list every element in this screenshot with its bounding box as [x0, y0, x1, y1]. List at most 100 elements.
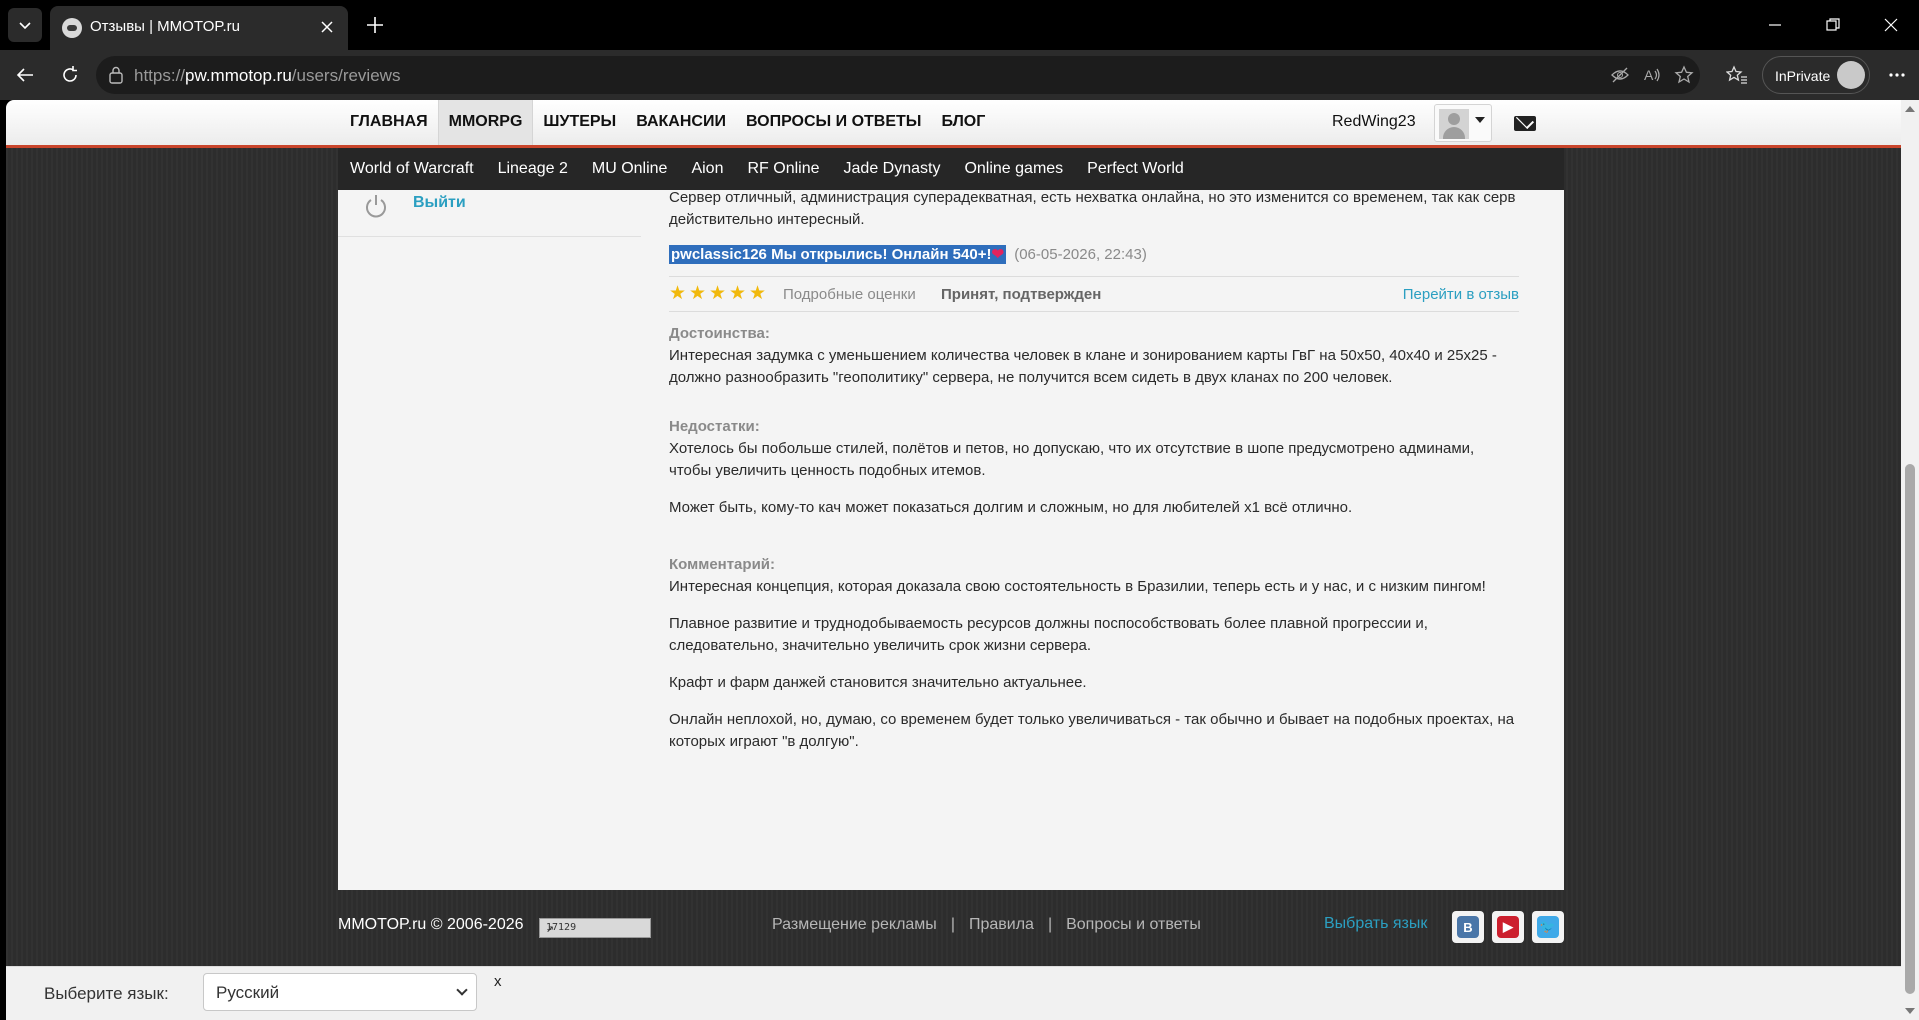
logout-link[interactable]: Выйти	[413, 194, 466, 212]
chevron-down-icon	[456, 984, 468, 996]
heart-icon: ❤	[991, 246, 1005, 263]
restore-icon	[1826, 18, 1840, 31]
language-selected-value: Русский	[216, 983, 280, 1002]
plus-icon	[367, 17, 383, 33]
page-scrollbar[interactable]	[1901, 100, 1919, 1020]
read-aloud-icon[interactable]: A	[1640, 63, 1664, 87]
close-icon	[1884, 18, 1898, 32]
scroll-down-icon[interactable]	[1905, 1008, 1915, 1014]
sub-nav-item[interactable]: Lineage 2	[486, 148, 580, 190]
cons-label: Недостатки:	[669, 418, 760, 435]
main-nav-item[interactable]: ГЛАВНАЯ	[340, 100, 438, 145]
language-bar-close-button[interactable]: x	[494, 973, 502, 990]
window-close-button[interactable]	[1878, 12, 1904, 38]
inprivate-profile-button[interactable]: InPrivate	[1762, 56, 1870, 94]
footer-separator: |	[1047, 916, 1053, 933]
comment-section: Комментарий: Интересная концепция, котор…	[669, 554, 1519, 753]
sub-nav-item[interactable]: World of Warcraft	[338, 148, 486, 190]
page-viewport: ГЛАВНАЯ MMORPG ШУТЕРЫ ВАКАНСИИ ВОПРОСЫ И ОТВ…	[6, 100, 1919, 1020]
new-tab-button[interactable]	[362, 12, 388, 38]
user-menu-dropdown[interactable]	[1434, 104, 1492, 142]
star-icon: ★	[729, 283, 747, 304]
visit-counter-badge[interactable]: 17129 ↗	[539, 918, 651, 938]
scroll-up-icon[interactable]	[1905, 106, 1915, 112]
sub-nav-item[interactable]: Aion	[679, 148, 735, 190]
twitter-button[interactable]: 🐦	[1532, 911, 1564, 943]
favorites-icon[interactable]	[1725, 63, 1749, 87]
main-nav-item[interactable]: ВОПРОСЫ И ОТВЕТЫ	[736, 100, 932, 145]
url-text: https://pw.mmotop.ru/users/reviews	[134, 66, 401, 85]
youtube-icon: ▶	[1497, 916, 1519, 938]
back-button[interactable]	[10, 60, 40, 90]
browser-tab-active[interactable]: Отзывы | MMOTOP.ru	[50, 6, 348, 50]
comment-label: Комментарий:	[669, 556, 776, 573]
cons-text: Хотелось бы побольше стилей, полётов и п…	[669, 440, 1475, 479]
language-label: Выберите язык:	[44, 984, 169, 1003]
vk-button[interactable]: В	[1452, 911, 1484, 943]
review-status: Принят, подтвержден	[941, 286, 1102, 303]
footer-copyright: MMOTOP.ru © 2006-2026	[338, 916, 524, 933]
profile-avatar-icon	[1837, 61, 1865, 89]
main-nav-item[interactable]: MMORPG	[437, 100, 534, 145]
tab-close-button[interactable]	[316, 16, 338, 38]
review-meta-bar: ★ ★ ★ ★ ★ Подробные оценки Принят, подтвержд…	[669, 276, 1519, 312]
pros-section: Достоинства: Интересная задумка с уменьш…	[669, 323, 1519, 389]
address-bar[interactable]: https://pw.mmotop.ru/users/reviews A	[96, 56, 1700, 94]
site-info-icon[interactable]	[108, 66, 124, 84]
tab-actions-menu-button[interactable]	[8, 8, 42, 42]
star-icon: ★	[709, 283, 727, 304]
sub-nav-item[interactable]: Online games	[952, 148, 1075, 190]
footer-separator: |	[950, 916, 955, 933]
review-title-row: pwclassic126 Мы открылись! Онлайн 540+!❤…	[669, 244, 1147, 268]
cons-text: Может быть, кому-то кач может показаться…	[669, 499, 1353, 516]
site-favicon-icon	[62, 18, 82, 38]
user-avatar-icon	[1439, 109, 1469, 139]
pros-text: Интересная задумка с уменьшением количес…	[669, 347, 1497, 386]
language-bar: Выберите язык: Русский x	[6, 966, 1901, 1020]
twitter-icon: 🐦	[1537, 916, 1559, 938]
settings-more-button[interactable]	[1884, 62, 1910, 88]
more-dots-icon	[1889, 73, 1905, 77]
sub-nav-item[interactable]: RF Online	[735, 148, 831, 190]
tab-title: Отзывы | MMOTOP.ru	[90, 18, 240, 35]
restore-button[interactable]	[1820, 12, 1846, 38]
username-link[interactable]: RedWing23	[1332, 113, 1416, 131]
main-nav-item[interactable]: ШУТЕРЫ	[533, 100, 626, 145]
refresh-button[interactable]	[55, 60, 85, 90]
cons-section: Недостатки: Хотелось бы побольше стилей,…	[669, 416, 1519, 519]
power-icon	[366, 195, 386, 218]
vk-icon: В	[1457, 916, 1479, 938]
youtube-button[interactable]: ▶	[1492, 911, 1524, 943]
sub-nav-item[interactable]: MU Online	[580, 148, 680, 190]
main-nav-item[interactable]: ВАКАНСИИ	[626, 100, 736, 145]
browser-tab-bar: Отзывы | MMOTOP.ru	[0, 0, 1919, 50]
minimize-icon	[1769, 24, 1781, 26]
favorite-star-icon[interactable]	[1672, 63, 1696, 87]
language-select[interactable]: Русский	[203, 973, 477, 1011]
review-title-link[interactable]: pwclassic126 Мы открылись! Онлайн 540+!❤	[669, 245, 1007, 264]
sub-nav-item[interactable]: Jade Dynasty	[832, 148, 953, 190]
comment-text: Крафт и фарм данжей становится значитель…	[669, 674, 1087, 691]
sub-nav-item[interactable]: Perfect World	[1075, 148, 1196, 190]
comment-text: Онлайн неплохой, но, думаю, со временем …	[669, 711, 1515, 750]
minimize-button[interactable]	[1762, 12, 1788, 38]
star-icon: ★	[669, 283, 687, 304]
arrow-left-icon	[16, 68, 33, 82]
choose-language-link[interactable]: Выбрать язык	[1324, 915, 1427, 933]
mail-icon[interactable]	[1514, 116, 1536, 131]
goto-review-link[interactable]: Перейти в отзыв	[1403, 284, 1519, 306]
footer-link[interactable]: Вопросы и ответы	[1066, 916, 1201, 934]
footer-link[interactable]: Правила	[969, 916, 1034, 934]
sidebar-item-logout[interactable]: Выйти	[338, 190, 641, 237]
site-header: ГЛАВНАЯ MMORPG ШУТЕРЫ ВАКАНСИИ ВОПРОСЫ И ОТВ…	[6, 100, 1901, 148]
detailed-ratings-link[interactable]: Подробные оценки	[783, 284, 916, 306]
footer-link[interactable]: Размещение рекламы	[772, 916, 937, 934]
previous-review-text: Сервер отличный, администрация суперадек…	[669, 189, 1516, 228]
caret-down-icon	[1475, 117, 1485, 123]
close-icon	[321, 21, 333, 33]
refresh-icon	[63, 66, 77, 82]
main-nav-item[interactable]: БЛОГ	[931, 100, 995, 145]
content-panel: Выйти Сервер отличный, администрация суп…	[338, 189, 1564, 890]
scrollbar-thumb[interactable]	[1905, 464, 1915, 994]
tracking-prevention-icon[interactable]	[1608, 63, 1632, 87]
